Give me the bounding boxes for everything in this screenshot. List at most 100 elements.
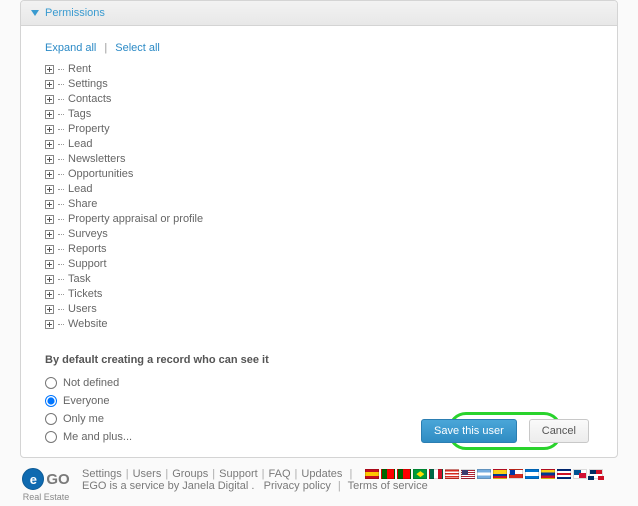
tree-connector xyxy=(58,234,64,236)
save-button[interactable]: Save this user xyxy=(421,419,517,443)
tree-item[interactable]: Reports xyxy=(45,242,593,257)
tree-item-label: Contacts xyxy=(68,92,111,107)
panel-header[interactable]: Permissions xyxy=(21,1,617,26)
visibility-option[interactable]: Not defined xyxy=(45,374,593,392)
footer-link[interactable]: Updates xyxy=(301,468,342,480)
expand-icon[interactable] xyxy=(45,200,54,209)
tree-connector xyxy=(58,294,64,296)
flag-strip xyxy=(365,469,603,479)
terms-link[interactable]: Terms of service xyxy=(348,480,428,492)
tree-connector xyxy=(58,69,64,71)
visibility-radio[interactable] xyxy=(45,413,57,425)
flag-pe-icon[interactable] xyxy=(445,469,459,479)
flag-pt-icon[interactable] xyxy=(381,469,395,479)
tree-connector xyxy=(58,174,64,176)
tree-item[interactable]: Rent xyxy=(45,62,593,77)
tree-item-label: Surveys xyxy=(68,227,108,242)
tree-item[interactable]: Share xyxy=(45,197,593,212)
expand-all-link[interactable]: Expand all xyxy=(45,42,96,54)
flag-br-icon[interactable] xyxy=(413,469,427,479)
tree-item-label: Reports xyxy=(68,242,107,257)
flag-pt2-icon[interactable] xyxy=(397,469,411,479)
footer-link[interactable]: Support xyxy=(219,468,258,480)
tree-item[interactable]: Surveys xyxy=(45,227,593,242)
collapse-icon xyxy=(31,10,39,16)
tree-item[interactable]: Users xyxy=(45,302,593,317)
select-all-link[interactable]: Select all xyxy=(115,42,160,54)
expand-icon[interactable] xyxy=(45,305,54,314)
tree-connector xyxy=(58,189,64,191)
expand-icon[interactable] xyxy=(45,80,54,89)
flag-hn-icon[interactable] xyxy=(525,469,539,479)
visibility-option-label: Everyone xyxy=(63,395,109,407)
footer-links-row: Settings|Users|Groups|Support|FAQ|Update… xyxy=(82,468,626,480)
visibility-option-label: Me and plus... xyxy=(63,431,132,443)
flag-mx-icon[interactable] xyxy=(429,469,443,479)
expand-icon[interactable] xyxy=(45,275,54,284)
expand-icon[interactable] xyxy=(45,245,54,254)
tree-item-label: Users xyxy=(68,302,97,317)
flag-do-icon[interactable] xyxy=(589,469,603,479)
footer-link[interactable]: Groups xyxy=(172,468,208,480)
expand-icon[interactable] xyxy=(45,290,54,299)
expand-icon[interactable] xyxy=(45,320,54,329)
expand-icon[interactable] xyxy=(45,140,54,149)
footer-link[interactable]: Settings xyxy=(82,468,122,480)
tree-item[interactable]: Tags xyxy=(45,107,593,122)
expand-icon[interactable] xyxy=(45,95,54,104)
tree-item-label: Task xyxy=(68,272,91,287)
flag-ve-icon[interactable] xyxy=(541,469,555,479)
tree-item[interactable]: Property xyxy=(45,122,593,137)
tree-connector xyxy=(58,129,64,131)
tree-connector xyxy=(58,264,64,266)
tree-connector xyxy=(58,219,64,221)
expand-icon[interactable] xyxy=(45,110,54,119)
tree-connector xyxy=(58,159,64,161)
expand-icon[interactable] xyxy=(45,230,54,239)
logo-subtitle: Real Estate xyxy=(23,492,70,502)
expand-icon[interactable] xyxy=(45,185,54,194)
expand-icon[interactable] xyxy=(45,170,54,179)
expand-icon[interactable] xyxy=(45,125,54,134)
expand-icon[interactable] xyxy=(45,155,54,164)
tree-connector xyxy=(58,309,64,311)
tree-item-label: Lead xyxy=(68,182,92,197)
flag-es-icon[interactable] xyxy=(365,469,379,479)
tree-item[interactable]: Task xyxy=(45,272,593,287)
flag-co-icon[interactable] xyxy=(493,469,507,479)
bulk-action-row: Expand all | Select all xyxy=(45,42,593,54)
expand-icon[interactable] xyxy=(45,65,54,74)
tree-item-label: Rent xyxy=(68,62,91,77)
tree-item[interactable]: Support xyxy=(45,257,593,272)
footer-link[interactable]: Users xyxy=(133,468,162,480)
footer-link[interactable]: FAQ xyxy=(269,468,291,480)
flag-pa-icon[interactable] xyxy=(573,469,587,479)
privacy-link[interactable]: Privacy policy xyxy=(264,480,331,492)
expand-icon[interactable] xyxy=(45,215,54,224)
tree-item[interactable]: Lead xyxy=(45,182,593,197)
visibility-radio[interactable] xyxy=(45,431,57,443)
tree-item[interactable]: Newsletters xyxy=(45,152,593,167)
tree-connector xyxy=(58,84,64,86)
tree-item[interactable]: Opportunities xyxy=(45,167,593,182)
flag-cr-icon[interactable] xyxy=(557,469,571,479)
expand-icon[interactable] xyxy=(45,260,54,269)
panel-title: Permissions xyxy=(45,7,105,19)
tree-connector xyxy=(58,204,64,206)
tree-item[interactable]: Website xyxy=(45,317,593,332)
tree-item-label: Tags xyxy=(68,107,91,122)
flag-us-icon[interactable] xyxy=(461,469,475,479)
janela-link[interactable]: Janela Digital xyxy=(182,480,248,492)
flag-cl-icon[interactable] xyxy=(509,469,523,479)
tree-item[interactable]: Contacts xyxy=(45,92,593,107)
tree-item[interactable]: Property appraisal or profile xyxy=(45,212,593,227)
visibility-radio[interactable] xyxy=(45,395,57,407)
visibility-option[interactable]: Everyone xyxy=(45,392,593,410)
cancel-button[interactable]: Cancel xyxy=(529,419,589,443)
tree-item[interactable]: Settings xyxy=(45,77,593,92)
visibility-radio[interactable] xyxy=(45,377,57,389)
tree-item[interactable]: Tickets xyxy=(45,287,593,302)
tree-item[interactable]: Lead xyxy=(45,137,593,152)
flag-ar-icon[interactable] xyxy=(477,469,491,479)
permissions-tree: RentSettingsContactsTagsPropertyLeadNews… xyxy=(45,62,593,332)
